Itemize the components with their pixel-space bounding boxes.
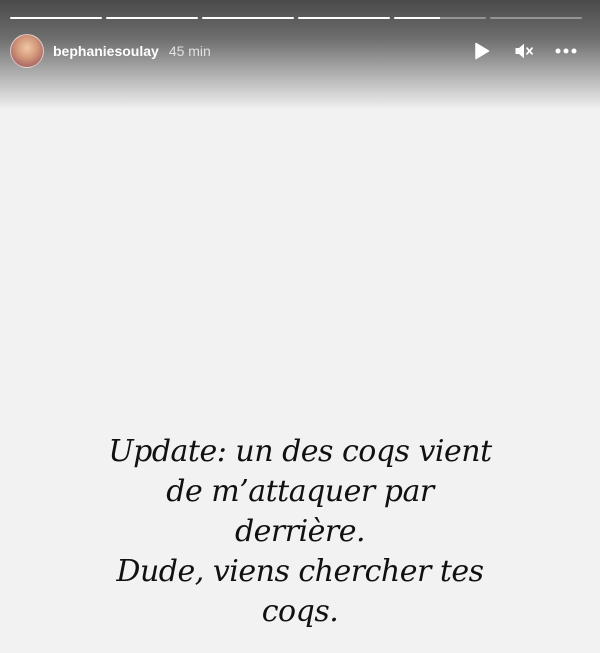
progress-segment-3[interactable] [202, 17, 294, 19]
caption-line: Update: un des coqs vient [108, 434, 492, 469]
story-header: bephaniesoulay 45 min [10, 33, 590, 69]
progress-segment-4[interactable] [298, 17, 390, 19]
caption-line: derrière. [234, 514, 366, 549]
progress-fill [202, 17, 294, 19]
progress-segment-5[interactable] [394, 17, 486, 19]
muted-speaker-icon[interactable] [512, 39, 536, 63]
caption-line: coqs. [261, 594, 339, 629]
progress-fill [106, 17, 198, 19]
username[interactable]: bephaniesoulay [53, 43, 159, 59]
story-caption: Update: un des coqs vient de m’attaquer … [0, 432, 600, 632]
more-options-icon[interactable] [554, 39, 578, 63]
progress-fill [10, 17, 102, 19]
story-viewer[interactable]: bephaniesoulay 45 min Update: un des coq… [0, 0, 600, 653]
progress-segment-2[interactable] [106, 17, 198, 19]
progress-segment-1[interactable] [10, 17, 102, 19]
caption-line: de m’attaquer par [166, 474, 434, 509]
progress-segment-6[interactable] [490, 17, 582, 19]
caption-line: Dude, viens chercher tes [116, 554, 484, 589]
progress-fill [394, 17, 440, 19]
story-progress-bar [10, 17, 582, 19]
play-icon[interactable] [470, 39, 494, 63]
story-controls [470, 39, 578, 63]
avatar[interactable] [10, 34, 44, 68]
progress-fill [298, 17, 390, 19]
post-time: 45 min [168, 43, 211, 59]
